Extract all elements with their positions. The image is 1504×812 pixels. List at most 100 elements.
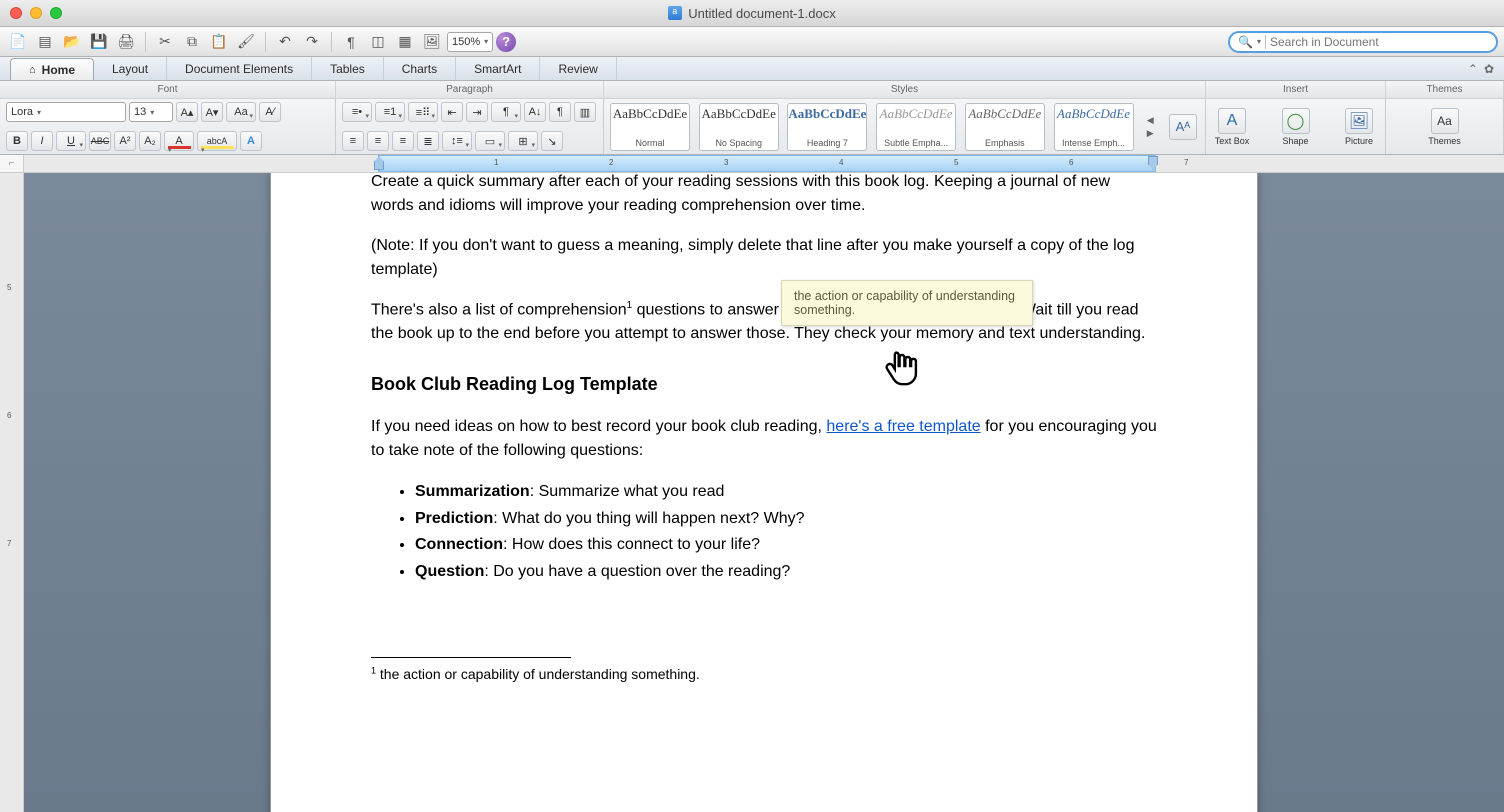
align-center-button[interactable]: ≡ [367, 131, 389, 151]
search-options-chevron-icon[interactable]: ▾ [1257, 37, 1261, 46]
clear-formatting-button[interactable]: A⁄ [259, 102, 281, 122]
decrease-indent-button[interactable]: ⇤ [441, 102, 463, 122]
new-document-button[interactable]: 📄 [6, 31, 30, 53]
list-item[interactable]: Connection: How does this connect to you… [415, 532, 1157, 558]
style-no-spacing[interactable]: AaBbCcDdEeNo Spacing [699, 103, 779, 151]
window-close-button[interactable] [10, 7, 22, 19]
insert-shape-button[interactable]: ◯Shape [1276, 108, 1316, 146]
borders-button[interactable]: ⊞ [508, 131, 538, 151]
tab-selector[interactable]: ⌐ [0, 155, 24, 172]
cut-button[interactable]: ✂ [153, 31, 177, 53]
styles-pane-button[interactable]: Aᴬ [1167, 114, 1199, 140]
vertical-ruler[interactable]: 5 6 7 [0, 173, 24, 812]
bullets-button[interactable]: ≡• [342, 102, 372, 122]
window-minimize-button[interactable] [30, 7, 42, 19]
panel-themes: AaThemes [1386, 99, 1504, 154]
footnote-text[interactable]: 1 the action or capability of understand… [371, 664, 1157, 685]
insert-textbox-button[interactable]: AText Box [1212, 108, 1252, 146]
numbering-button[interactable]: ≡1 [375, 102, 405, 122]
document-page[interactable]: Create a quick summary after each of you… [270, 173, 1258, 812]
font-size-selector[interactable]: 13 [129, 102, 173, 122]
group-label-font: Font [0, 81, 336, 98]
format-painter-button[interactable]: 🖌 [234, 31, 258, 53]
sidebar-toggle-button[interactable]: ◫ [366, 31, 390, 53]
ribbon-options-button[interactable]: ✿ [1484, 62, 1494, 76]
horizontal-ruler[interactable]: ⌐ 1 2 3 4 5 6 7 [0, 155, 1504, 173]
justify-button[interactable]: ≣ [417, 131, 439, 151]
highlight-button[interactable]: abcA [197, 131, 237, 151]
shading-button[interactable]: ▭ [475, 131, 505, 151]
styles-scroll-right[interactable]: ▶ [1142, 128, 1158, 139]
font-color-button[interactable]: A [164, 131, 194, 151]
strikethrough-button[interactable]: ABC [89, 131, 111, 151]
subscript-button[interactable]: A₂ [139, 131, 161, 151]
style-emphasis[interactable]: AaBbCcDdEeEmphasis [965, 103, 1045, 151]
bulleted-list[interactable]: Summarization: Summarize what you read P… [415, 479, 1157, 585]
group-label-paragraph: Paragraph [336, 81, 604, 98]
tab-layout[interactable]: Layout [94, 57, 167, 80]
styles-scroll-left[interactable]: ◀ [1142, 115, 1158, 126]
body-paragraph[interactable]: There's also a list of comprehension1 qu… [371, 298, 1157, 346]
group-label-styles: Styles [604, 81, 1206, 98]
bold-button[interactable]: B [6, 131, 28, 151]
increase-indent-button[interactable]: ⇥ [466, 102, 488, 122]
font-family-selector[interactable]: Lora [6, 102, 126, 122]
paste-button[interactable]: 📋 [207, 31, 231, 53]
undo-button[interactable]: ↶ [273, 31, 297, 53]
themes-button[interactable]: AaThemes [1425, 108, 1465, 146]
text-direction-button[interactable]: ¶ [491, 102, 521, 122]
style-heading-7[interactable]: AaBbCcDdEeHeading 7 [787, 103, 867, 151]
zoom-selector[interactable]: 150% [447, 32, 493, 52]
align-left-button[interactable]: ≡ [342, 131, 364, 151]
window-zoom-button[interactable] [50, 7, 62, 19]
align-right-button[interactable]: ≡ [392, 131, 414, 151]
multilevel-list-button[interactable]: ≡⠿ [408, 102, 438, 122]
ribbon-collapse-button[interactable]: ⌃ [1468, 62, 1478, 76]
line-spacing-button[interactable]: ↕≡ [442, 131, 472, 151]
copy-button[interactable]: ⧉ [180, 31, 204, 53]
save-button[interactable]: 💾 [87, 31, 111, 53]
tab-review[interactable]: Review [540, 57, 616, 80]
tab-charts[interactable]: Charts [384, 57, 456, 80]
heading[interactable]: Book Club Reading Log Template [371, 374, 1157, 395]
style-subtle-emphasis[interactable]: AaBbCcDdEeSubtle Empha... [876, 103, 956, 151]
sort-button[interactable]: A↓ [524, 102, 546, 122]
list-item[interactable]: Prediction: What do you thing will happe… [415, 506, 1157, 532]
insert-picture-button[interactable]: 🖼Picture [1339, 108, 1379, 146]
help-button[interactable]: ? [496, 32, 516, 52]
shrink-font-button[interactable]: A▾ [201, 102, 223, 122]
gallery-button[interactable]: ▦ [393, 31, 417, 53]
text-effects-button[interactable]: A [240, 131, 262, 151]
list-item[interactable]: Summarization: Summarize what you read [415, 479, 1157, 505]
search-input[interactable] [1270, 35, 1488, 49]
search-field[interactable]: 🔍 ▾ [1228, 31, 1498, 53]
tab-home[interactable]: ⌂Home [10, 58, 94, 80]
show-marks-button[interactable]: ¶ [549, 102, 571, 122]
show-formatting-button[interactable]: ¶ [339, 31, 363, 53]
underline-button[interactable]: U [56, 131, 86, 151]
columns-button[interactable]: ▥ [574, 102, 596, 122]
document-scroll[interactable]: Create a quick summary after each of you… [24, 173, 1504, 812]
grow-font-button[interactable]: A▴ [176, 102, 198, 122]
superscript-button[interactable]: A² [114, 131, 136, 151]
tab-smartart[interactable]: SmartArt [456, 57, 540, 80]
redo-button[interactable]: ↷ [300, 31, 324, 53]
list-item[interactable]: Question: Do you have a question over th… [415, 559, 1157, 585]
ribbon-body: Lora 13 A▴ A▾ Aa A⁄ B I U ABC A² A₂ A ab… [0, 99, 1504, 155]
open-button[interactable]: 📂 [60, 31, 84, 53]
paragraph-dialog-button[interactable]: ↘ [541, 131, 563, 151]
tab-document-elements[interactable]: Document Elements [167, 57, 312, 80]
body-paragraph[interactable]: If you need ideas on how to best record … [371, 415, 1157, 463]
media-browser-button[interactable]: 🖼 [420, 31, 444, 53]
italic-button[interactable]: I [31, 131, 53, 151]
body-paragraph[interactable]: Create a quick summary after each of you… [371, 173, 1157, 218]
hyperlink[interactable]: here's a free template [826, 418, 980, 435]
panel-styles: AaBbCcDdEeNormal AaBbCcDdEeNo Spacing Aa… [604, 99, 1206, 154]
print-button[interactable]: 🖨 [114, 31, 138, 53]
style-intense-emphasis[interactable]: AaBbCcDdEeIntense Emph... [1054, 103, 1134, 151]
tab-tables[interactable]: Tables [312, 57, 384, 80]
templates-button[interactable]: ▤ [33, 31, 57, 53]
style-normal[interactable]: AaBbCcDdEeNormal [610, 103, 690, 151]
body-paragraph[interactable]: (Note: If you don't want to guess a mean… [371, 234, 1157, 282]
change-case-button[interactable]: Aa [226, 102, 256, 122]
